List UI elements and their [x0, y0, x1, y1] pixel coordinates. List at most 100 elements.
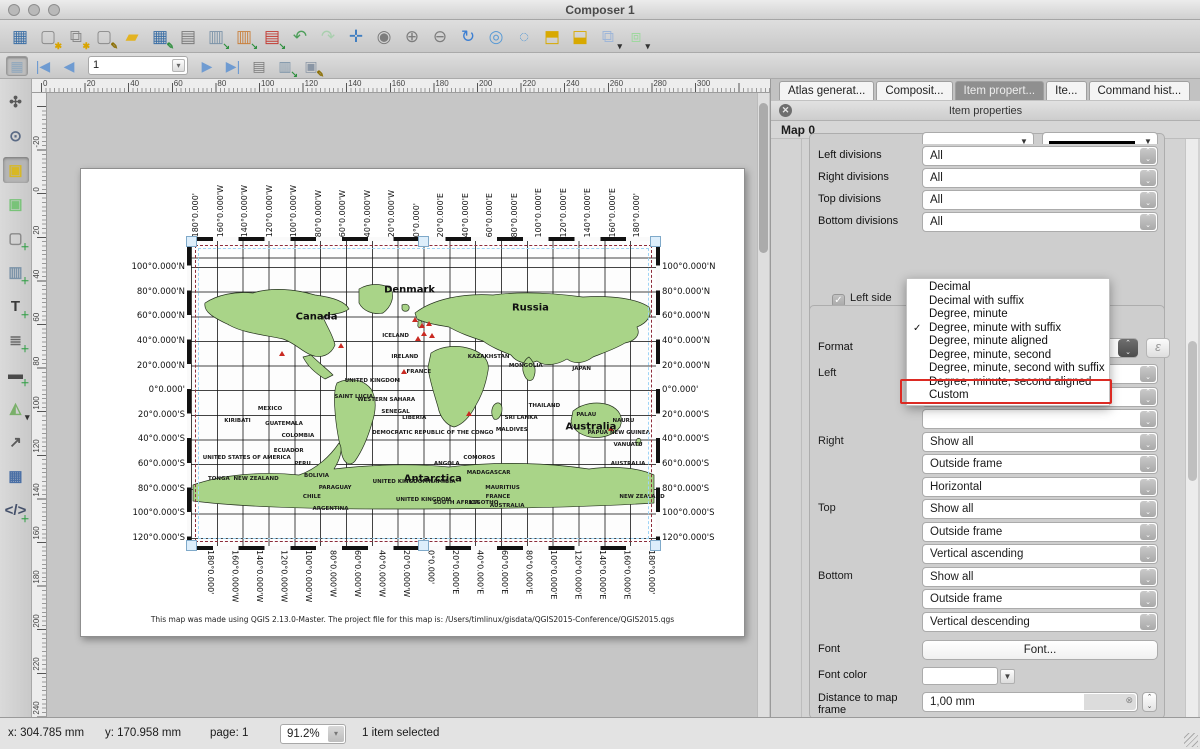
- print-icon[interactable]: ▤: [176, 24, 200, 48]
- font-color-well[interactable]: [922, 667, 998, 685]
- atlas-next-feature-icon[interactable]: ▶: [196, 56, 218, 76]
- division-combo[interactable]: All⌃⌄: [922, 168, 1158, 188]
- resize-handle[interactable]: [186, 236, 197, 247]
- stepper-icon[interactable]: ⌃⌄: [1140, 546, 1156, 562]
- format-menu-item[interactable]: Decimal: [907, 281, 1109, 295]
- zoom-one-to-one-icon[interactable]: ◉: [372, 24, 396, 48]
- zoom-full-icon[interactable]: ✛: [344, 24, 368, 48]
- add-scalebar-icon[interactable]: ▬＋: [3, 361, 29, 387]
- coordinate-side-combo[interactable]: Horizontal⌃⌄: [922, 477, 1158, 497]
- tab-composition[interactable]: Composit...: [876, 81, 952, 100]
- add-attribute-table-icon[interactable]: ▦: [3, 463, 29, 489]
- coordinate-side-combo[interactable]: Vertical descending⌃⌄: [922, 612, 1158, 632]
- unlock-items-icon[interactable]: ⬓: [568, 24, 592, 48]
- zoom-in-icon[interactable]: ⊕: [400, 24, 424, 48]
- tab-items[interactable]: Ite...: [1046, 81, 1086, 100]
- map-item[interactable]: CanadaDenmarkRussiaAustraliaAntarctica I…: [191, 241, 656, 546]
- deselect-all-icon[interactable]: ◌: [512, 24, 536, 48]
- atlas-preview-icon[interactable]: ▦: [6, 56, 28, 76]
- zoom-tool-icon[interactable]: ⊙: [3, 123, 29, 149]
- format-menu-item[interactable]: Degree, minute, second with suffix: [907, 362, 1109, 376]
- stepper-icon[interactable]: ⌃⌄: [1140, 192, 1156, 208]
- resize-handle[interactable]: [418, 236, 429, 247]
- stepper-icon[interactable]: ⌃⌄: [1140, 389, 1156, 405]
- atlas-prev-feature-icon[interactable]: ◀: [58, 56, 80, 76]
- atlas-last-feature-icon[interactable]: ▶|: [222, 56, 244, 76]
- pan-tool-icon[interactable]: ✣: [3, 89, 29, 115]
- stepper-icon[interactable]: ⌃⌄: [1140, 434, 1156, 450]
- format-combo-stepper-icon[interactable]: ⌃⌄: [1118, 339, 1138, 357]
- raise-items-icon[interactable]: ⧉▾: [596, 24, 620, 48]
- stepper-icon[interactable]: ⌃⌄: [1140, 501, 1156, 517]
- print-atlas-icon[interactable]: ▤: [248, 56, 270, 76]
- coordinate-side-combo[interactable]: Outside frame⌃⌄: [922, 589, 1158, 609]
- format-menu-item[interactable]: Degree, minute aligned: [907, 335, 1109, 349]
- coordinate-side-combo[interactable]: Show all⌃⌄: [922, 567, 1158, 587]
- chevron-down-icon[interactable]: ▾: [328, 726, 344, 742]
- chevron-down-icon[interactable]: ▼: [1000, 669, 1015, 684]
- format-menu-item[interactable]: Degree, minute: [907, 308, 1109, 322]
- coordinate-side-combo[interactable]: Vertical ascending⌃⌄: [922, 544, 1158, 564]
- save-project-icon[interactable]: ▦: [8, 24, 32, 48]
- stepper-icon[interactable]: ⌃⌄: [1140, 479, 1156, 495]
- save-as-icon[interactable]: ▦✎: [148, 24, 172, 48]
- stepper-icon[interactable]: ⌃⌄: [1140, 366, 1156, 382]
- export-pdf-icon[interactable]: ▤↘: [260, 24, 284, 48]
- stepper-icon[interactable]: ⌃⌄: [1140, 170, 1156, 186]
- new-composition-icon[interactable]: ▢✱: [36, 24, 60, 48]
- format-menu-item[interactable]: ✓Degree, minute with suffix: [907, 322, 1109, 336]
- tab-command-history[interactable]: Command hist...: [1089, 81, 1191, 100]
- stepper-icon[interactable]: ⌃⌄: [1140, 614, 1156, 630]
- line-style-combo[interactable]: ▼: [1042, 132, 1158, 144]
- export-image-icon[interactable]: ▥↘: [204, 24, 228, 48]
- coordinate-side-combo[interactable]: Outside frame⌃⌄: [922, 522, 1158, 542]
- add-image-icon[interactable]: ▥＋: [3, 259, 29, 285]
- composition-manager-icon[interactable]: ▢✎: [92, 24, 116, 48]
- refresh-view-icon[interactable]: ↻: [456, 24, 480, 48]
- add-map-icon[interactable]: ▢＋: [3, 225, 29, 251]
- align-items-icon[interactable]: ⧈▾: [624, 24, 648, 48]
- stepper-icon[interactable]: ⌃⌄: [1140, 214, 1156, 230]
- data-defined-override-button[interactable]: ε: [1146, 338, 1170, 358]
- division-combo[interactable]: All⌃⌄: [922, 212, 1158, 232]
- canvas-scrollbar[interactable]: [757, 93, 769, 717]
- add-shape-icon[interactable]: ◭▾: [3, 395, 29, 421]
- stepper-icon[interactable]: ⌃⌄: [1140, 569, 1156, 585]
- format-menu-item[interactable]: Decimal with suffix: [907, 295, 1109, 309]
- export-svg-icon[interactable]: ▥↘: [232, 24, 256, 48]
- add-label-icon[interactable]: T＋: [3, 293, 29, 319]
- zoom-out-icon[interactable]: ⊖: [428, 24, 452, 48]
- add-html-icon[interactable]: </>＋: [3, 497, 29, 523]
- composition-canvas[interactable]: 180°0.000'160°0.000'W140°0.000'W120°0.00…: [47, 93, 770, 717]
- resize-handle[interactable]: [650, 236, 661, 247]
- chevron-down-icon[interactable]: ▾: [172, 59, 185, 72]
- format-menu-item[interactable]: Degree, minute, second: [907, 349, 1109, 363]
- resize-grip[interactable]: [1184, 733, 1198, 747]
- lock-items-icon[interactable]: ⬒: [540, 24, 564, 48]
- tab-item-properties[interactable]: Item propert...: [955, 81, 1045, 100]
- stepper-icon[interactable]: ⌃⌄: [1140, 148, 1156, 164]
- coordinate-side-combo[interactable]: Show all⌃⌄: [922, 499, 1158, 519]
- resize-handle[interactable]: [186, 540, 197, 551]
- select-move-item-icon[interactable]: ◎: [484, 24, 508, 48]
- stepper-icon[interactable]: ⌃⌄: [1140, 411, 1156, 427]
- zoom-level-combo[interactable]: 91.2% ▾: [280, 724, 346, 744]
- coordinate-side-combo[interactable]: Outside frame⌃⌄: [922, 454, 1158, 474]
- resize-handle[interactable]: [650, 540, 661, 551]
- atlas-first-feature-icon[interactable]: |◀: [32, 56, 54, 76]
- clear-icon[interactable]: ⊗: [1125, 695, 1133, 706]
- redo-icon[interactable]: ↷: [316, 24, 340, 48]
- select-move-item-tool-icon[interactable]: ▣: [3, 157, 29, 183]
- stepper-icon[interactable]: ⌃⌄: [1140, 591, 1156, 607]
- move-item-content-tool-icon[interactable]: ▣: [3, 191, 29, 217]
- panel-scrollbar-thumb[interactable]: [1188, 341, 1197, 481]
- frame-style-combo[interactable]: ▼: [922, 132, 1034, 144]
- division-combo[interactable]: All⌃⌄: [922, 190, 1158, 210]
- stepper-icon[interactable]: ⌃⌄: [1142, 692, 1157, 712]
- atlas-settings-icon[interactable]: ▣✎: [300, 56, 322, 76]
- add-legend-icon[interactable]: ≣＋: [3, 327, 29, 353]
- tab-atlas-generation[interactable]: Atlas generat...: [779, 81, 874, 100]
- atlas-page-combo[interactable]: 1 ▾: [88, 56, 188, 75]
- open-composition-icon[interactable]: ▰: [120, 24, 144, 48]
- canvas-scrollbar-thumb[interactable]: [759, 103, 768, 253]
